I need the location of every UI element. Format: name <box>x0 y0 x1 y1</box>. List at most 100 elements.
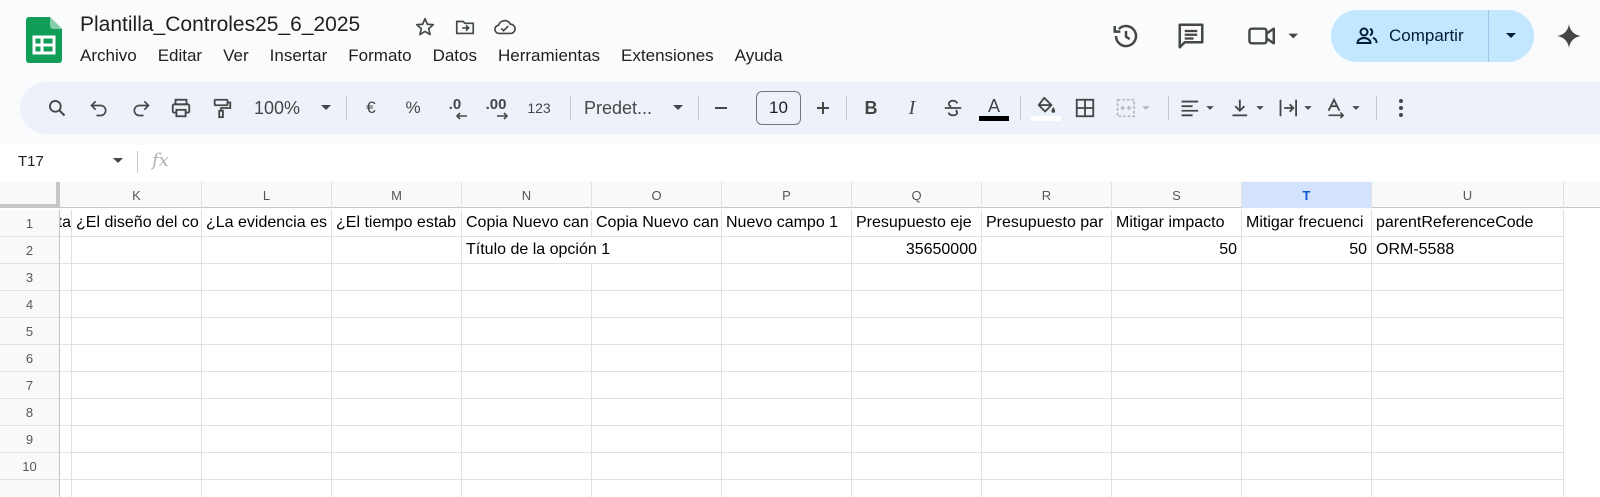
percent-format-button[interactable]: % <box>400 92 426 124</box>
cell-u2[interactable]: ORM-5588 <box>1372 237 1564 264</box>
cell-j10[interactable] <box>60 453 72 480</box>
column-header-m[interactable]: M <box>332 182 462 208</box>
column-header-n[interactable]: N <box>462 182 592 208</box>
cell-s1[interactable]: Mitigar impacto <box>1112 210 1242 237</box>
column-header-l[interactable]: L <box>202 182 332 208</box>
cell-r5[interactable] <box>982 318 1112 345</box>
cell-s8[interactable] <box>1112 399 1242 426</box>
share-button[interactable]: Compartir <box>1331 10 1534 62</box>
cell-r8[interactable] <box>982 399 1112 426</box>
cell-n7[interactable] <box>462 372 592 399</box>
cell-t9[interactable] <box>1242 426 1372 453</box>
cell-j7[interactable] <box>60 372 72 399</box>
cell-q1[interactable]: Presupuesto eje <box>852 210 982 237</box>
cell-q8[interactable] <box>852 399 982 426</box>
cell-l2[interactable] <box>202 237 332 264</box>
cell-l5[interactable] <box>202 318 332 345</box>
cell-k6[interactable] <box>72 345 202 372</box>
meet-video-icon[interactable] <box>1245 20 1305 52</box>
cell-o2[interactable] <box>592 237 722 264</box>
cell-n10[interactable] <box>462 453 592 480</box>
cell-t2[interactable]: 50 <box>1242 237 1372 264</box>
cell-n11[interactable] <box>462 480 592 497</box>
row-header-7[interactable]: 7 <box>0 372 60 399</box>
cell-p2[interactable] <box>722 237 852 264</box>
cell-k9[interactable] <box>72 426 202 453</box>
sheets-logo-icon[interactable] <box>26 17 62 63</box>
cell-q4[interactable] <box>852 291 982 318</box>
cell-n9[interactable] <box>462 426 592 453</box>
share-dropdown-button[interactable] <box>1489 32 1533 40</box>
menu-insertar[interactable]: Insertar <box>270 46 338 66</box>
formula-input[interactable] <box>180 149 1580 177</box>
cell-o3[interactable] <box>592 264 722 291</box>
cell-m1[interactable]: ¿El tiempo estab <box>332 210 462 237</box>
cell-j6[interactable] <box>60 345 72 372</box>
cell-p5[interactable] <box>722 318 852 345</box>
cell-l11[interactable] <box>202 480 332 497</box>
cell-q2[interactable]: 35650000 <box>852 237 982 264</box>
cell-u11[interactable] <box>1372 480 1564 497</box>
font-select[interactable]: Predet... <box>580 92 684 124</box>
cell-l3[interactable] <box>202 264 332 291</box>
cell-k5[interactable] <box>72 318 202 345</box>
cell-j11[interactable] <box>60 480 72 497</box>
name-box-caret-icon[interactable] <box>112 157 124 165</box>
cell-l7[interactable] <box>202 372 332 399</box>
row-header-11[interactable] <box>0 480 60 497</box>
cell-j8[interactable] <box>60 399 72 426</box>
cell-u1[interactable]: parentReferenceCode <box>1372 210 1564 237</box>
paint-format-icon[interactable] <box>209 92 235 124</box>
cell-t5[interactable] <box>1242 318 1372 345</box>
cell-l4[interactable] <box>202 291 332 318</box>
cell-s3[interactable] <box>1112 264 1242 291</box>
cell-k3[interactable] <box>72 264 202 291</box>
cell-s9[interactable] <box>1112 426 1242 453</box>
cell-j5[interactable] <box>60 318 72 345</box>
cell-u4[interactable] <box>1372 291 1564 318</box>
cell-p3[interactable] <box>722 264 852 291</box>
column-header-u[interactable]: U <box>1372 182 1564 208</box>
increase-decimal-button[interactable]: .00 <box>480 92 512 124</box>
row-header-2[interactable]: 2 <box>0 237 60 264</box>
cell-r9[interactable] <box>982 426 1112 453</box>
cell-p4[interactable] <box>722 291 852 318</box>
cell-m6[interactable] <box>332 345 462 372</box>
cell-j4[interactable] <box>60 291 72 318</box>
cell-u5[interactable] <box>1372 318 1564 345</box>
row-header-3[interactable]: 3 <box>0 264 60 291</box>
share-main-button[interactable]: Compartir <box>1331 10 1489 62</box>
cell-r7[interactable] <box>982 372 1112 399</box>
cell-u9[interactable] <box>1372 426 1564 453</box>
cell-q7[interactable] <box>852 372 982 399</box>
cell-k10[interactable] <box>72 453 202 480</box>
cell-u8[interactable] <box>1372 399 1564 426</box>
cell-s6[interactable] <box>1112 345 1242 372</box>
cell-t11[interactable] <box>1242 480 1372 497</box>
cell-j9[interactable] <box>60 426 72 453</box>
cell-s4[interactable] <box>1112 291 1242 318</box>
horizontal-align-button[interactable] <box>1176 92 1222 124</box>
cell-o11[interactable] <box>592 480 722 497</box>
menu-ver[interactable]: Ver <box>223 46 259 66</box>
cell-r2[interactable] <box>982 237 1112 264</box>
currency-format-button[interactable]: € <box>358 92 384 124</box>
comments-icon[interactable] <box>1175 20 1207 52</box>
cell-s7[interactable] <box>1112 372 1242 399</box>
menu-archivo[interactable]: Archivo <box>80 46 147 66</box>
column-header-t[interactable]: T <box>1242 182 1372 208</box>
cell-n3[interactable] <box>462 264 592 291</box>
cell-p9[interactable] <box>722 426 852 453</box>
row-header-6[interactable]: 6 <box>0 345 60 372</box>
cell-r6[interactable] <box>982 345 1112 372</box>
row-header-5[interactable]: 5 <box>0 318 60 345</box>
cell-o5[interactable] <box>592 318 722 345</box>
cell-s5[interactable] <box>1112 318 1242 345</box>
print-icon[interactable] <box>168 92 194 124</box>
strikethrough-icon[interactable] <box>940 92 966 124</box>
cell-m2[interactable] <box>332 237 462 264</box>
cell-u7[interactable] <box>1372 372 1564 399</box>
cell-p1[interactable]: Nuevo campo 1 <box>722 210 852 237</box>
menu-ayuda[interactable]: Ayuda <box>735 46 793 66</box>
cell-s10[interactable] <box>1112 453 1242 480</box>
